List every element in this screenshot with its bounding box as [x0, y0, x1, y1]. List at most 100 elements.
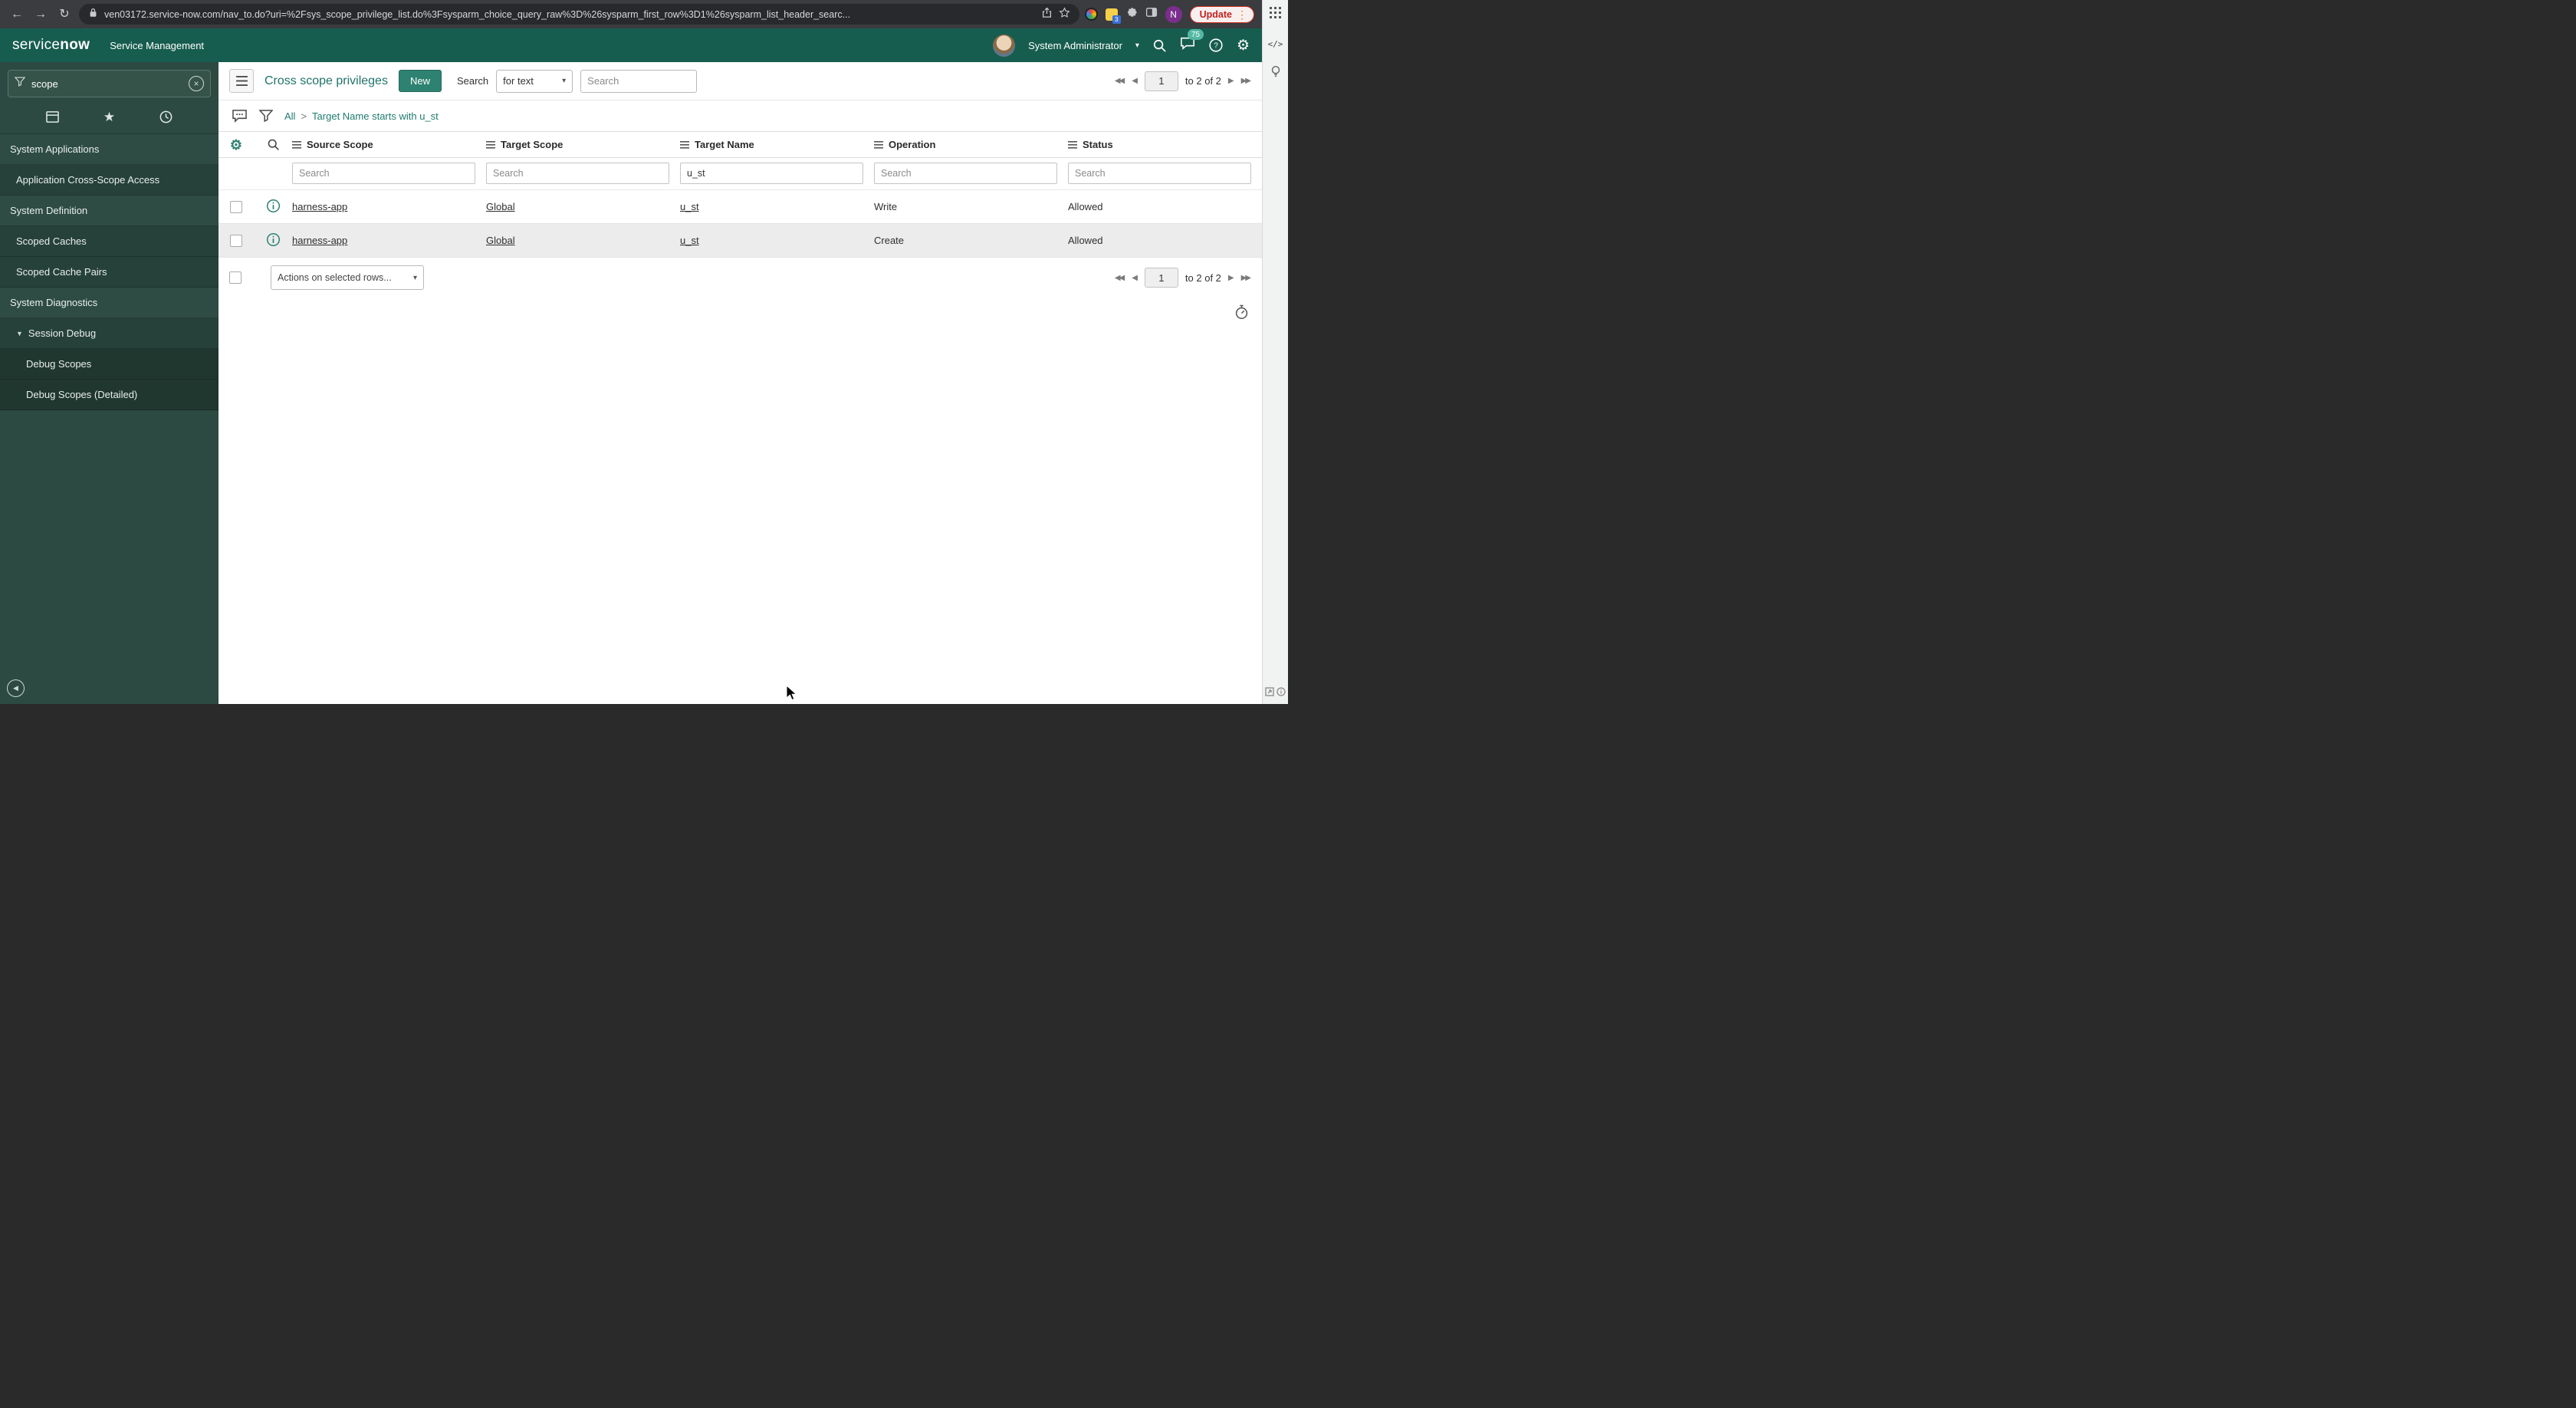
sidebar-item-system-applications[interactable]: System Applications [0, 134, 219, 165]
sidebar-item-scoped-cache-pairs[interactable]: Scoped Cache Pairs [0, 257, 219, 288]
column-header-operation[interactable]: Operation [874, 132, 1068, 158]
table-cell: Create [874, 224, 1068, 258]
target-name-link[interactable]: u_st [680, 201, 699, 212]
column-header-target-scope[interactable]: Target Scope [486, 132, 680, 158]
navigator-filter-input[interactable] [31, 77, 182, 90]
share-icon[interactable] [1041, 7, 1053, 22]
search-type-select[interactable]: for text ▾ [496, 69, 573, 93]
column-header-status[interactable]: Status [1068, 132, 1262, 158]
next-page-button[interactable]: ▶ [1228, 77, 1234, 85]
table-cell: Global [486, 190, 680, 224]
settings-gear-icon[interactable]: ⚙ [1237, 38, 1250, 53]
new-record-button[interactable]: New [398, 70, 442, 92]
sidebar-item-label: System Definition [10, 205, 88, 216]
conversations-icon[interactable]: 75 [1180, 29, 1204, 54]
last-page-button[interactable]: ▶▶ [1241, 274, 1251, 282]
first-page-button[interactable]: ◀◀ [1115, 77, 1125, 85]
operation-value: Create [874, 235, 905, 246]
browser-update-button[interactable]: Update ⋮ [1189, 5, 1254, 23]
last-page-button[interactable]: ▶▶ [1241, 77, 1251, 85]
bento-grid-icon[interactable] [1270, 7, 1281, 22]
list-activity-icon[interactable] [232, 109, 248, 123]
column-filter-source-scope[interactable] [292, 163, 475, 184]
list-context-menu-button[interactable] [229, 69, 254, 93]
code-panel-icon[interactable]: </> [1268, 39, 1283, 49]
column-filter-target-scope[interactable] [486, 163, 669, 184]
target-scope-link[interactable]: Global [486, 201, 515, 212]
sidebar-item-debug-scopes-detailed[interactable]: Debug Scopes (Detailed) [0, 380, 219, 410]
table-cell: u_st [680, 190, 874, 224]
breadcrumb: All > Target Name starts with u_st [284, 110, 439, 122]
list-title[interactable]: Cross scope privileges [264, 74, 388, 88]
target-scope-link[interactable]: Global [486, 235, 515, 246]
info-corner-icon[interactable] [1276, 686, 1286, 700]
user-avatar[interactable] [993, 34, 1016, 57]
sidebar-item-debug-scopes[interactable]: Debug Scopes [0, 349, 219, 380]
servicenow-logo[interactable]: servicenow [12, 37, 90, 54]
all-applications-tab-icon[interactable] [45, 110, 60, 123]
column-header-source-scope[interactable]: Source Scope [292, 132, 486, 158]
column-label: Target Scope [501, 139, 564, 150]
sidebar-item-label: System Applications [10, 143, 100, 155]
browser-profile-avatar[interactable]: N [1165, 5, 1182, 23]
browser-reload-button[interactable]: ↻ [55, 8, 74, 21]
column-filter-target-name[interactable] [680, 163, 863, 184]
column-filter-status[interactable] [1068, 163, 1251, 184]
source-scope-link[interactable]: harness-app [292, 201, 347, 212]
collapse-sidebar-button[interactable]: ◀ [7, 679, 25, 697]
page-number-input[interactable]: 1 [1144, 71, 1178, 91]
column-search-toggle-icon[interactable] [254, 132, 292, 158]
first-page-button[interactable]: ◀◀ [1115, 274, 1125, 282]
record-info-icon[interactable] [266, 199, 281, 215]
lightbulb-icon[interactable] [1269, 64, 1283, 82]
lock-icon [88, 7, 98, 22]
list-search-input[interactable] [580, 69, 698, 93]
select-all-checkbox[interactable] [229, 271, 242, 284]
sidebar-item-system-diagnostics[interactable]: System Diagnostics [0, 288, 219, 318]
scroll-corner-icon[interactable] [1265, 686, 1274, 700]
prev-page-button[interactable]: ◀ [1132, 77, 1138, 85]
breadcrumb-condition-link[interactable]: Target Name starts with u_st [312, 110, 439, 122]
target-name-link[interactable]: u_st [680, 235, 699, 246]
record-info-icon[interactable] [266, 232, 281, 249]
list-settings-gear-icon[interactable]: ⚙ [219, 132, 254, 158]
page-number-input[interactable]: 1 [1144, 268, 1178, 288]
row-checkbox[interactable] [230, 234, 242, 247]
sidebar-item-application-cross-scope-access[interactable]: Application Cross-Scope Access [0, 165, 219, 196]
bookmark-star-icon[interactable] [1059, 6, 1070, 22]
source-scope-link[interactable]: harness-app [292, 235, 347, 246]
response-time-icon[interactable] [1234, 304, 1250, 324]
list-toolbar: Cross scope privileges New Search for te… [219, 62, 1262, 100]
navigator-search-box[interactable]: × [8, 70, 211, 97]
extension-yellow-icon[interactable]: 3 [1105, 8, 1121, 24]
sidebar-item-label: Application Cross-Scope Access [16, 174, 160, 186]
next-page-button[interactable]: ▶ [1228, 274, 1234, 282]
browser-forward-button[interactable]: → [31, 8, 50, 21]
breadcrumb-all-link[interactable]: All [284, 110, 295, 122]
column-filter-operation[interactable] [874, 163, 1057, 184]
actions-dropdown[interactable]: Actions on selected rows... ▾ [271, 265, 424, 290]
prev-page-button[interactable]: ◀ [1132, 274, 1138, 282]
sidebar-item-label: Session Debug [28, 327, 97, 339]
address-bar[interactable]: ven03172.service-now.com/nav_to.do?uri=%… [79, 4, 1079, 25]
user-menu-caret-icon[interactable]: ▾ [1135, 41, 1139, 50]
column-header-target-name[interactable]: Target Name [680, 132, 874, 158]
user-menu[interactable]: System Administrator [1028, 40, 1122, 51]
browser-menu-kebab-icon[interactable]: ⋮ [1237, 9, 1247, 20]
history-tab-icon[interactable] [159, 110, 173, 124]
global-search-icon[interactable] [1152, 38, 1167, 53]
sidebar-item-scoped-caches[interactable]: Scoped Caches [0, 226, 219, 257]
extensions-puzzle-icon[interactable] [1125, 6, 1138, 22]
side-panel-icon[interactable] [1145, 6, 1158, 22]
sidebar-item-session-debug[interactable]: ▼ Session Debug [0, 318, 219, 349]
clear-filter-icon[interactable]: × [189, 76, 204, 91]
favorites-tab-icon[interactable]: ★ [104, 110, 115, 123]
expand-caret-icon[interactable]: ▼ [16, 330, 23, 337]
help-icon[interactable]: ? [1208, 38, 1224, 53]
browser-back-button[interactable]: ← [8, 8, 26, 21]
list-footer: Actions on selected rows... ▾ ◀◀ ◀ 1 to … [219, 258, 1262, 298]
filter-icon[interactable] [259, 110, 273, 122]
sidebar-item-system-definition[interactable]: System Definition [0, 196, 219, 226]
row-checkbox[interactable] [230, 200, 242, 213]
extension-colorwheel-icon[interactable] [1084, 8, 1098, 21]
